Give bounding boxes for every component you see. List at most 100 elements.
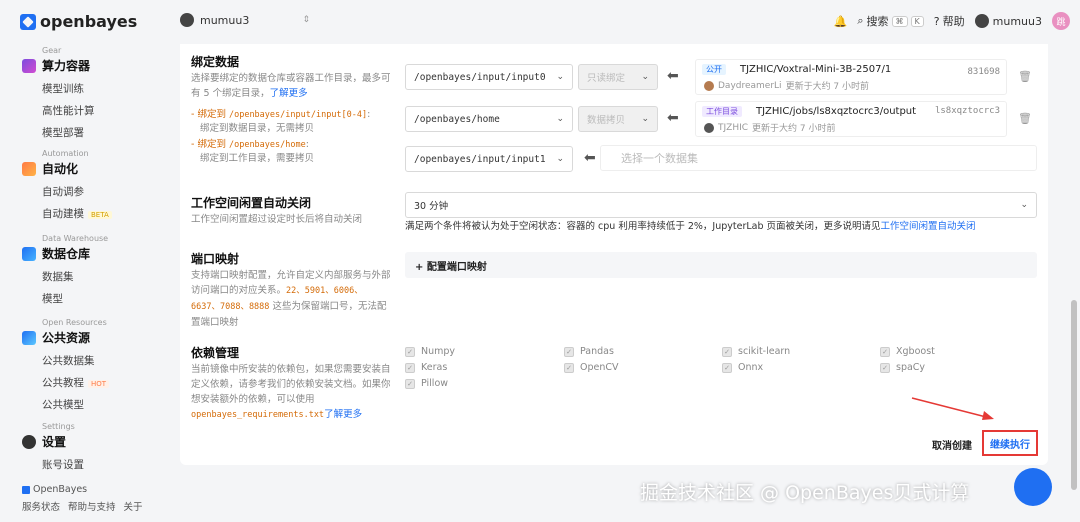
sidebar-item-open-resources[interactable]: 公共资源 (22, 329, 109, 346)
arrow-left-icon: ⬅ (667, 68, 679, 84)
footer-link-about[interactable]: 关于 (124, 499, 143, 513)
grid-icon (22, 330, 36, 345)
scrollbar-thumb[interactable] (1071, 300, 1077, 490)
bind-bullet-input: - 绑定到 /openbayes/input/input[0-4]: 绑定到数据… (191, 108, 401, 136)
group-en-label: Open Resources (42, 318, 107, 327)
bind-path-select-1[interactable]: /openbayes/input/input0 ⌄ (405, 64, 573, 90)
sidebar-item-public-datasets[interactable]: 公共数据集 (42, 353, 109, 368)
dataset-card-1[interactable]: 公开 TJZHIC/Voxtral-Mini-3B-2507/1 831698 … (695, 59, 1007, 95)
dep-checkbox: ✓ Xgboost (880, 346, 935, 357)
arrow-left-icon: ⬅ (584, 150, 596, 166)
dataset-meta: TJZHIC 更新于大约 7 小时前 (704, 121, 835, 134)
deps-title: 依赖管理 (191, 346, 240, 360)
hot-badge: HOT (88, 380, 110, 388)
bullet-suffix: : (367, 109, 371, 120)
sidebar-item-account-settings[interactable]: 账号设置 (42, 457, 84, 472)
sidebar-item-hpc[interactable]: 高性能计算 (42, 103, 95, 118)
bind-path-value: /openbayes/input/input1 (414, 153, 546, 165)
sidebar-item-warehouse[interactable]: 数据仓库 (22, 245, 108, 262)
footer-link-status[interactable]: 服务状态 (22, 499, 60, 513)
bind-mode-select-2: 数据拷贝 ⌄ (578, 106, 658, 132)
dep-checkbox: ✓ Pillow (405, 378, 448, 389)
bind-path-select-3[interactable]: /openbayes/input/input1 ⌄ (405, 146, 573, 172)
bullet-note: 绑定到工作目录，需要拷贝 (200, 153, 315, 164)
group-title: 数据仓库 (42, 247, 91, 261)
sidebar-item-gear[interactable]: 算力容器 (22, 57, 95, 74)
create-container-panel: 绑定数据 选择要绑定的数据仓库或容器工作目录，最多可有 5 个绑定目录，了解更多… (180, 44, 1048, 465)
idle-timeout-select[interactable]: 30 分钟 ⌄ (405, 192, 1037, 218)
deps-learn-more-link[interactable]: 了解更多 (324, 409, 362, 420)
trash-icon[interactable]: 🗑 (1018, 112, 1032, 125)
configure-port-mapping-button[interactable]: + 配置端口映射 (405, 252, 1037, 278)
search-trigger[interactable]: ⌕ 搜索 ⌘ K (857, 13, 924, 29)
idle-note: 满足两个条件将被认为处于空闲状态：容器的 cpu 利用率持续低于 2%，Jupy… (405, 218, 976, 232)
dep-label: Keras (421, 362, 448, 373)
idle-title: 工作空间闲置自动关闭 (191, 196, 312, 210)
workspace-user-select[interactable]: mumuu3 ⇕ (180, 13, 310, 27)
sidebar-item-datasets[interactable]: 数据集 (42, 269, 108, 284)
continue-button[interactable]: 继续执行 (982, 430, 1038, 456)
sidebar-item-autotune[interactable]: 自动调参 (42, 184, 112, 199)
bind-path-select-2[interactable]: /openbayes/home ⌄ (405, 106, 573, 132)
trash-icon[interactable]: 🗑 (1018, 70, 1032, 83)
check-icon: ✓ (880, 346, 890, 357)
brand-logo[interactable]: openbayes (20, 12, 137, 31)
deps-desc-text: 当前镜像中所安装的依赖包，如果您需要安装自定义依赖，请参考我们的依赖安装文档。如… (191, 364, 391, 405)
dataset-card-2[interactable]: 工作目录 TJZHIC/jobs/ls8xqztocrc3/output ls8… (695, 101, 1007, 137)
dataset-meta: DaydreamerLi 更新于大约 7 小时前 (704, 79, 869, 92)
sidebar-item-automl[interactable]: 自动建模 BETA (42, 206, 112, 221)
watermark: 掘金技术社区 @ OpenBayes贝式计算 (640, 482, 970, 504)
sidebar-item-training[interactable]: 模型训练 (42, 81, 95, 96)
group-title: 设置 (42, 435, 67, 449)
sidebar-item-public-tutorials[interactable]: 公共教程 HOT (42, 375, 110, 390)
public-tutorials-label: 公共教程 (42, 377, 84, 389)
openbayes-small-icon (22, 485, 30, 494)
check-icon: ✓ (722, 362, 732, 373)
sidebar-item-models[interactable]: 模型 (42, 291, 108, 306)
chevron-down-icon: ⌄ (556, 114, 564, 124)
automl-label: 自动建模 (42, 208, 84, 220)
chat-fab-button[interactable] (1014, 468, 1052, 506)
dep-checkbox: ✓ spaCy (880, 362, 925, 373)
sidebar-group-warehouse: Data Warehouse 数据仓库 数据集 模型 (22, 234, 108, 306)
account-menu[interactable]: mumuu3 (974, 14, 1042, 28)
idle-note-text: 满足两个条件将被认为处于空闲状态：容器的 cpu 利用率持续低于 2%，Jupy… (405, 221, 881, 232)
bind-mode-value: 只读绑定 (587, 73, 626, 84)
dataset-owner: DaydreamerLi (718, 80, 782, 91)
group-en-label: Automation (42, 149, 89, 158)
group-en-label: Settings (42, 422, 75, 431)
dataset-name: TJZHIC/jobs/ls8xqztocrc3/output (756, 106, 917, 117)
sidebar-item-settings[interactable]: 设置 (22, 433, 84, 450)
bind-learn-more-link[interactable]: 了解更多 (270, 88, 308, 99)
help-icon: ? (933, 14, 940, 28)
top-bar: openbayes mumuu3 ⇕ 🔔 ⌕ 搜索 ⌘ K ? 帮助 mumuu… (0, 0, 1080, 44)
group-title: 自动化 (42, 162, 79, 176)
sidebar-item-public-models[interactable]: 公共模型 (42, 397, 109, 412)
bind-path-value: /openbayes/input/input0 (414, 71, 546, 83)
bullet-prefix: - 绑定到 (191, 109, 229, 120)
profile-avatar[interactable]: 跳 (1052, 12, 1070, 30)
search-icon: ⌕ (857, 14, 864, 27)
account-avatar-icon (974, 14, 989, 28)
footer-link-help[interactable]: 帮助与支持 (68, 499, 116, 513)
chevron-updown-icon: ⇕ (302, 15, 310, 25)
public-tag: 公开 (702, 64, 726, 75)
annotation-arrow-icon (911, 397, 994, 420)
bell-icon[interactable]: 🔔 (834, 15, 848, 28)
check-icon: ✓ (405, 346, 415, 357)
brand-name: openbayes (40, 12, 138, 31)
cube-icon (22, 58, 36, 73)
check-icon: ✓ (564, 362, 574, 373)
dep-checkbox: ✓ OpenCV (564, 362, 619, 373)
cancel-create-button[interactable]: 取消创建 (932, 437, 972, 452)
sidebar-item-deploy[interactable]: 模型部署 (42, 125, 95, 140)
sidebar-item-automation[interactable]: 自动化 (22, 160, 112, 177)
idle-doc-link[interactable]: 工作空间闲置自动关闭 (881, 221, 976, 232)
bullet-code: /openbayes/home (228, 140, 306, 150)
top-right-actions: 🔔 ⌕ 搜索 ⌘ K ? 帮助 mumuu3 跳 (834, 12, 1070, 30)
dataset-updated: 更新于大约 7 小时前 (785, 82, 870, 92)
help-link[interactable]: ? 帮助 (934, 13, 965, 29)
sidebar-group-gear: Gear 算力容器 模型训练 高性能计算 模型部署 (22, 46, 95, 140)
dataset-picker[interactable]: 选择一个数据集 (600, 145, 1037, 171)
dep-label: spaCy (896, 362, 926, 373)
